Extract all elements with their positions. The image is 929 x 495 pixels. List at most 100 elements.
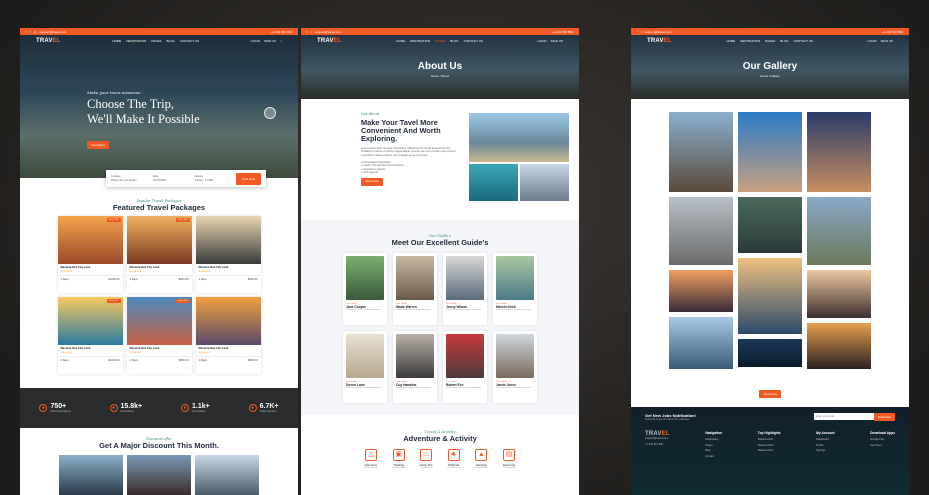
signup-link[interactable]: SIGN UP xyxy=(551,39,563,43)
nav-item-home[interactable]: HOME xyxy=(112,39,121,43)
logo[interactable]: TRAVEL xyxy=(36,38,61,44)
nav-item-pages[interactable]: PAGES xyxy=(765,39,775,43)
about-body: Lorem ipsum dolor sit amet consectetur a… xyxy=(361,146,456,157)
nav-item-destination[interactable]: DESTINATION xyxy=(740,39,760,43)
breadcrumb[interactable]: Home / About xyxy=(301,74,579,78)
nav-item-pages[interactable]: PAGES xyxy=(151,39,161,43)
nav-item-contact[interactable]: CONTACT US xyxy=(464,39,483,43)
gallery-image[interactable] xyxy=(669,197,733,265)
guide-card[interactable]: Tour Guide Cuy Hawkins Lorem ipsum dolor s… xyxy=(393,331,437,403)
nav-item-blog[interactable]: BLOG xyxy=(780,39,788,43)
twitter-icon[interactable]: t xyxy=(641,30,642,34)
activity-camping[interactable]: ▲ Camping 13 Destinations xyxy=(474,449,488,469)
package-card[interactable]: Save 10% Masteria Red City Land ★★★★★ 4 Day… xyxy=(126,297,192,374)
location-field[interactable]: Location Where are you going? xyxy=(111,175,147,182)
search-icon[interactable]: ⌕ xyxy=(280,39,282,43)
activity-exploring[interactable]: ▤ Exploring 25 Destinations xyxy=(502,449,516,469)
date-field[interactable]: Date 12/20/2023 xyxy=(153,175,189,182)
map-icon: ▤ xyxy=(503,449,516,461)
hero-heading: Choose The Trip, We'll Make It Possible xyxy=(87,97,200,126)
package-card[interactable]: Save 10% Masteria Red City Land ★★★★★ 4 Day… xyxy=(57,216,123,293)
facebook-icon[interactable]: f xyxy=(637,30,638,34)
subscribe-button[interactable]: Subscribe xyxy=(873,413,895,421)
page-title: About Us xyxy=(417,61,463,72)
logo[interactable]: TRAVEL xyxy=(317,38,342,44)
activity-adventure[interactable]: △ Adventure 10 Destinations xyxy=(364,449,378,469)
guide-card[interactable]: Tour Guide Robert Fox Lorem ipsum dolor si… xyxy=(443,331,487,403)
email-text: support@travel.com xyxy=(314,29,342,34)
nav-item-blog[interactable]: BLOG xyxy=(450,39,458,43)
about-tag: Get About xyxy=(361,112,380,116)
guests-field[interactable]: Guests 1 Adult - 2 Child xyxy=(195,175,231,182)
guide-card[interactable]: Tour Guide Jane Cooper Lorem ipsum dolor s… xyxy=(343,253,387,325)
footer-col-apps: Download Apps Google Play App Store xyxy=(870,431,895,447)
gallery-image[interactable] xyxy=(807,270,871,318)
logo[interactable]: TRAVEL xyxy=(647,38,672,44)
breadcrumb[interactable]: Home / Gallery xyxy=(631,74,909,78)
package-card[interactable]: Masteria Red City Land ★★★★★ 4 Days $900.00 xyxy=(195,216,261,293)
page-title: Our Gallery xyxy=(742,61,798,72)
about-view-more-button[interactable]: View More xyxy=(361,177,384,186)
feature-list: Personalized ItinerariesInsider Tips and… xyxy=(361,161,461,175)
nav-item-pages[interactable]: PAGES xyxy=(435,39,445,43)
gallery-view-more-button[interactable]: View More xyxy=(758,390,782,398)
package-card[interactable]: Save 10% Masteria Red City Land ★★★★★ 4 Day… xyxy=(126,216,192,293)
discount-image[interactable] xyxy=(195,455,259,495)
gallery-image[interactable] xyxy=(669,270,733,312)
gallery-image[interactable] xyxy=(738,197,802,253)
login-link[interactable]: LOGIN xyxy=(251,39,260,43)
play-video-icon[interactable] xyxy=(264,107,276,119)
gallery-image[interactable] xyxy=(738,339,802,367)
twitter-icon[interactable]: t xyxy=(30,30,31,34)
facebook-icon[interactable]: f xyxy=(307,30,308,34)
newsletter-sub: Subscribe & get all related jobs notific… xyxy=(645,418,691,421)
discount-image[interactable] xyxy=(59,455,123,495)
activity-campfire[interactable]: ♨ Camp Fire 7 Destinations xyxy=(420,449,433,469)
nav-item-home[interactable]: HOME xyxy=(726,39,735,43)
nav-item-destination[interactable]: DESTINATION xyxy=(126,39,146,43)
gallery-image[interactable] xyxy=(738,112,802,192)
home-page-panel: f t ◎ support@travel.com +1 234 567 890 TRA… xyxy=(20,28,298,495)
discount-image[interactable] xyxy=(127,455,191,495)
signup-link[interactable]: SIGN UP xyxy=(881,39,893,43)
guide-card[interactable]: Tour Guide Wade Warren Lorem ipsum dolor s… xyxy=(393,253,437,325)
footer-col-account: My Account Dashboard Profile Settings xyxy=(816,431,835,452)
package-card[interactable]: Save 10% Masteria Red City Land ★★★★★ 4 Day… xyxy=(57,297,123,374)
nav-item-contact[interactable]: CONTACT US xyxy=(180,39,199,43)
about-heading: Make Your Tavel More Convenient And Wort… xyxy=(361,117,441,144)
guide-card[interactable]: Tour Guide Jenny Wilson Lorem ipsum dolor … xyxy=(443,253,487,325)
footer-col-navigation: Navigation Destination Pages Blog Contact xyxy=(705,431,723,458)
gallery-grid xyxy=(631,99,909,369)
guide-card[interactable]: Tour Guide Jacob Jones Lorem ipsum dolor s… xyxy=(493,331,537,403)
gallery-image[interactable] xyxy=(807,112,871,192)
twitter-icon[interactable]: t xyxy=(311,30,312,34)
showcase-stage: f t ◎ support@travel.com +1 234 567 890 TRA… xyxy=(0,0,929,495)
package-card[interactable]: Masteria Red City Land ★★★★★ 4 Days $900.00 xyxy=(195,297,261,374)
gallery-image[interactable] xyxy=(807,323,871,369)
instagram-icon[interactable]: ◎ xyxy=(34,30,37,34)
about-intro: Get About Make Your Tavel More Convenien… xyxy=(301,99,579,201)
guide-card[interactable]: Tour Guide Devon Lane Lorem ipsum dolor si… xyxy=(343,331,387,403)
find-now-button[interactable]: Find Now xyxy=(236,172,262,185)
nav-item-destination[interactable]: DESTINATION xyxy=(410,39,430,43)
newsletter-email-input[interactable] xyxy=(813,413,874,420)
login-link[interactable]: LOGIN xyxy=(537,39,546,43)
fire-icon: ♨ xyxy=(420,449,433,461)
gallery-image[interactable] xyxy=(669,317,733,369)
app-store-button[interactable]: App Store xyxy=(870,444,895,447)
facebook-icon[interactable]: f xyxy=(26,30,27,34)
signup-link[interactable]: SIGN UP xyxy=(264,39,276,43)
login-link[interactable]: LOGIN xyxy=(867,39,876,43)
gallery-image[interactable] xyxy=(669,112,733,192)
nav-item-blog[interactable]: BLOG xyxy=(166,39,174,43)
activity-trekking[interactable]: ▣ Trekking 12 Destinations xyxy=(392,449,406,469)
hero-view-more-button[interactable]: View More xyxy=(87,141,110,149)
google-play-button[interactable]: Google Play xyxy=(870,438,895,441)
gallery-image[interactable] xyxy=(738,258,802,334)
gallery-image[interactable] xyxy=(807,197,871,265)
nav-item-contact[interactable]: CONTACT US xyxy=(794,39,813,43)
activity-offroad[interactable]: ♣ Off Road 15 Destinations xyxy=(447,449,460,469)
guide-card[interactable]: Tour Guide Marvin Kheli Lorem ipsum dolor … xyxy=(493,253,537,325)
footer-phone: +1 234 567 890 xyxy=(645,442,664,446)
nav-item-home[interactable]: HOME xyxy=(396,39,405,43)
